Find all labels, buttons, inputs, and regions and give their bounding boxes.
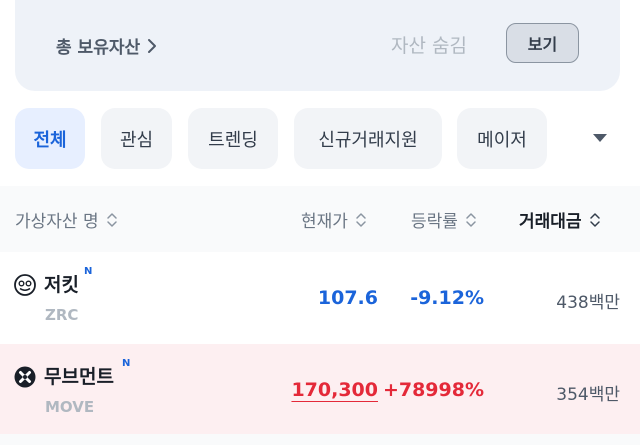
total-assets-label: 총 보유자산	[56, 38, 141, 58]
current-price: 170,300	[291, 379, 378, 401]
coin-ticker: ZRC	[45, 306, 79, 324]
chevron-right-icon	[148, 38, 157, 53]
tab-watchlist[interactable]: 관심	[101, 108, 172, 169]
header-change[interactable]: 등락률	[411, 207, 477, 232]
header-volume[interactable]: 거래대금	[519, 207, 601, 232]
tab-all[interactable]: 전체	[15, 108, 85, 169]
current-price: 107.6	[317, 287, 378, 309]
move-coin-icon	[14, 366, 36, 388]
hide-assets-label: 자산 숨김	[391, 35, 467, 57]
caret-down-icon[interactable]	[590, 131, 610, 145]
table-header: 가상자산 명 현재가 등락률 거래대금	[0, 186, 640, 252]
asset-summary-card: 총 보유자산 자산 숨김 보기	[15, 0, 620, 91]
trade-volume: 438백만	[556, 293, 620, 313]
header-name-label: 가상자산 명	[15, 212, 99, 232]
header-price-label: 현재가	[301, 212, 348, 232]
sort-icon	[466, 212, 476, 227]
table-row[interactable]: 무브먼트 N MOVE 170,300 +78998% 354백만	[0, 344, 640, 434]
tab-trending[interactable]: 트렌딩	[188, 108, 278, 169]
change-rate: +78998%	[382, 379, 484, 401]
header-change-label: 등락률	[411, 212, 458, 232]
change-rate: -9.12%	[410, 287, 484, 309]
view-assets-button[interactable]: 보기	[506, 23, 579, 63]
total-assets-link[interactable]: 총 보유자산	[56, 33, 158, 58]
sort-icon	[589, 212, 600, 227]
header-price[interactable]: 현재가	[301, 207, 367, 232]
new-badge: N	[84, 266, 93, 277]
coin-name: 무브먼트	[44, 366, 114, 388]
header-name[interactable]: 가상자산 명	[15, 207, 118, 232]
table-row[interactable]: 저킷 N ZRC 107.6 -9.12% 438백만	[0, 252, 640, 344]
tab-major[interactable]: 메이저	[457, 108, 547, 169]
coin-ticker: MOVE	[45, 398, 95, 416]
next-row-partial	[0, 434, 640, 445]
tab-new-listings[interactable]: 신규거래지원	[294, 108, 442, 169]
new-badge: N	[122, 358, 131, 369]
header-volume-label: 거래대금	[519, 212, 582, 232]
trade-volume: 354백만	[556, 385, 620, 405]
sort-icon	[356, 212, 366, 227]
zrc-coin-icon	[14, 274, 36, 296]
sort-icon	[106, 212, 117, 227]
coin-name: 저킷	[44, 274, 79, 296]
